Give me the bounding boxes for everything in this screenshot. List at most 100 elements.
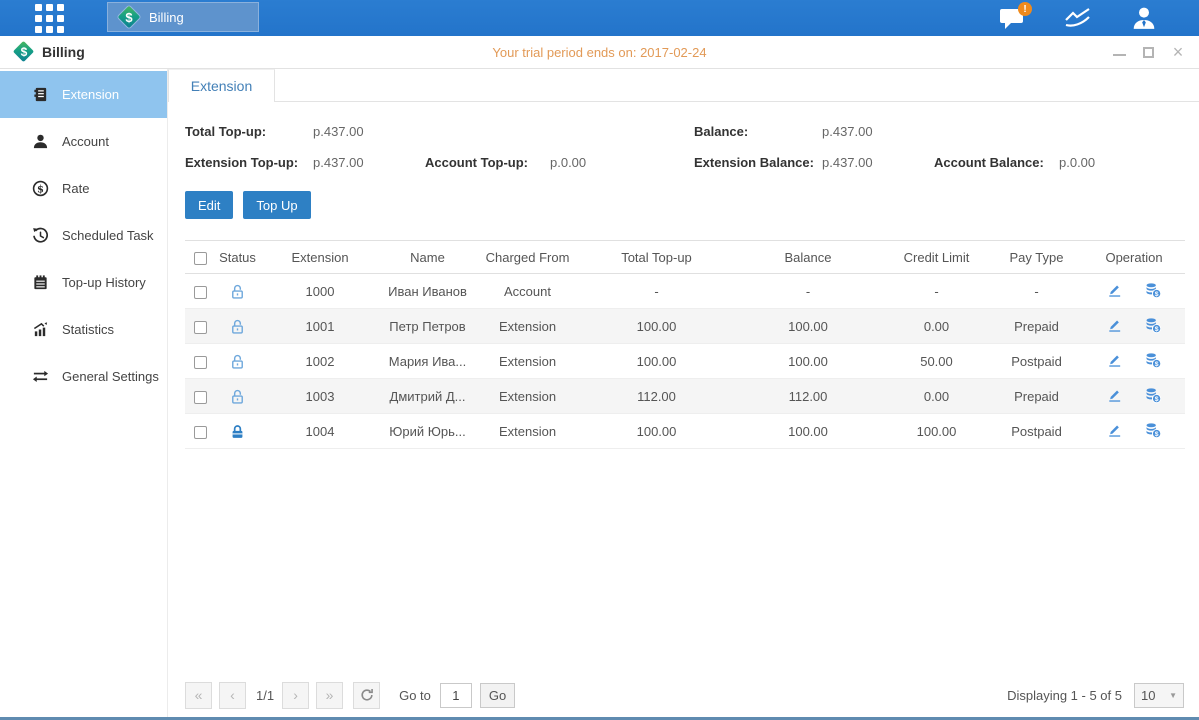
- toolbar: Edit Top Up: [185, 191, 1184, 219]
- cell-name: Мария Ива...: [380, 344, 475, 379]
- total-top-up-value: p.437.00: [313, 124, 425, 139]
- last-page-button[interactable]: »: [316, 682, 343, 709]
- sidebar-item-label: General Settings: [62, 369, 159, 384]
- balance-value: p.437.00: [822, 124, 934, 139]
- pagination-bar: « ‹ 1/1 › » Go to Go Displayin: [185, 681, 1184, 709]
- pencil-icon[interactable]: [1106, 316, 1123, 336]
- sidebar-item-label: Statistics: [62, 322, 114, 337]
- table-row: 1003 Дмитрий Д... Extension 112.00 112.0…: [185, 379, 1185, 414]
- tabstrip: Extension: [168, 69, 1199, 102]
- go-to-page-input[interactable]: [440, 683, 472, 708]
- extension-balance-value: p.437.00: [822, 155, 934, 170]
- balance-label: Balance:: [694, 124, 822, 139]
- row-checkbox[interactable]: [194, 321, 207, 334]
- page-size-select[interactable]: 10 ▼: [1134, 683, 1184, 708]
- extension-top-up-value: p.437.00: [313, 155, 425, 170]
- taskbar-tab-billing[interactable]: $ Billing: [107, 2, 259, 32]
- svg-text:$: $: [1155, 395, 1159, 402]
- close-icon[interactable]: ×: [1171, 45, 1185, 59]
- notepad-icon: [32, 274, 49, 291]
- cell-extension: 1001: [260, 309, 380, 344]
- coins-dollar-icon[interactable]: $: [1144, 421, 1162, 442]
- minimize-icon[interactable]: [1113, 48, 1126, 56]
- sidebar-item-top-up-history[interactable]: Top-up History: [0, 259, 167, 306]
- svg-text:$: $: [1155, 360, 1159, 367]
- sidebar-item-statistics[interactable]: Statistics: [0, 306, 167, 353]
- pencil-icon[interactable]: [1106, 351, 1123, 371]
- cell-total-top-up: -: [580, 274, 733, 309]
- person-icon: [32, 133, 49, 150]
- main-panel: Extension Total Top-up: p.437.00 Balance…: [168, 69, 1199, 717]
- sidebar-item-label: Top-up History: [62, 275, 146, 290]
- sidebar-item-label: Account: [62, 134, 109, 149]
- extension-top-up-label: Extension Top-up:: [185, 155, 313, 170]
- window-title-text: Billing: [42, 44, 85, 60]
- sidebar-item-account[interactable]: Account: [0, 118, 167, 165]
- cell-pay-type: Postpaid: [990, 344, 1083, 379]
- coins-dollar-icon[interactable]: $: [1144, 351, 1162, 372]
- cell-total-top-up: 100.00: [580, 344, 733, 379]
- total-top-up-label: Total Top-up:: [185, 124, 313, 139]
- edit-button[interactable]: Edit: [185, 191, 233, 219]
- table-row: 1000 Иван Иванов Account - - - - $: [185, 274, 1185, 309]
- top-up-button[interactable]: Top Up: [243, 191, 310, 219]
- cell-balance: 112.00: [733, 379, 883, 414]
- coins-dollar-icon[interactable]: $: [1144, 281, 1162, 302]
- cell-name: Юрий Юрь...: [380, 414, 475, 449]
- cell-balance: 100.00: [733, 309, 883, 344]
- app-grid-icon[interactable]: [35, 4, 64, 33]
- user-icon[interactable]: [1129, 5, 1159, 31]
- pencil-icon[interactable]: [1106, 281, 1123, 301]
- pencil-icon[interactable]: [1106, 421, 1123, 441]
- col-pay-type: Pay Type: [990, 241, 1083, 274]
- sidebar-item-general-settings[interactable]: General Settings: [0, 353, 167, 400]
- coins-dollar-icon[interactable]: $: [1144, 316, 1162, 337]
- table-row: 1001 Петр Петров Extension 100.00 100.00…: [185, 309, 1185, 344]
- next-page-button[interactable]: ›: [282, 682, 309, 709]
- billing-dollar-diamond-icon: $: [118, 6, 140, 28]
- cell-credit-limit: 0.00: [883, 309, 990, 344]
- svg-text:$: $: [1155, 290, 1159, 297]
- go-to-label: Go to: [399, 688, 431, 703]
- cell-charged-from: Extension: [475, 379, 580, 414]
- page-size-value: 10: [1141, 688, 1155, 703]
- window-titlebar: $ Billing Your trial period ends on: 201…: [0, 36, 1199, 69]
- cell-credit-limit: 50.00: [883, 344, 990, 379]
- maximize-icon[interactable]: [1143, 47, 1154, 58]
- table-row: 1002 Мария Ива... Extension 100.00 100.0…: [185, 344, 1185, 379]
- sidebar-item-extension[interactable]: Extension: [0, 71, 167, 118]
- cell-balance: 100.00: [733, 414, 883, 449]
- first-page-button[interactable]: «: [185, 682, 212, 709]
- taskbar-tab-label: Billing: [149, 10, 184, 25]
- sidebar: Extension Account $ Rate: [0, 69, 168, 717]
- sidebar-item-scheduled-task[interactable]: Scheduled Task: [0, 212, 167, 259]
- select-all-checkbox[interactable]: [194, 252, 207, 265]
- cell-name: Дмитрий Д...: [380, 379, 475, 414]
- row-checkbox[interactable]: [194, 426, 207, 439]
- pencil-icon[interactable]: [1106, 386, 1123, 406]
- trial-notice: Your trial period ends on: 2017-02-24: [0, 45, 1199, 60]
- cell-name: Иван Иванов: [380, 274, 475, 309]
- cell-extension: 1002: [260, 344, 380, 379]
- row-checkbox[interactable]: [194, 391, 207, 404]
- cell-credit-limit: 100.00: [883, 414, 990, 449]
- coins-dollar-icon[interactable]: $: [1144, 386, 1162, 407]
- row-checkbox[interactable]: [194, 286, 207, 299]
- page-indicator: 1/1: [256, 688, 274, 703]
- status-lock-icon: [215, 309, 260, 344]
- go-button[interactable]: Go: [480, 683, 515, 708]
- dollar-circle-icon: $: [32, 180, 49, 197]
- cell-charged-from: Account: [475, 274, 580, 309]
- sidebar-item-rate[interactable]: $ Rate: [0, 165, 167, 212]
- row-checkbox[interactable]: [194, 356, 207, 369]
- refresh-icon[interactable]: [353, 682, 380, 709]
- tab-extension[interactable]: Extension: [168, 69, 275, 102]
- cell-credit-limit: 0.00: [883, 379, 990, 414]
- col-name: Name: [380, 241, 475, 274]
- line-chart-icon[interactable]: [1063, 5, 1093, 31]
- prev-page-button[interactable]: ‹: [219, 682, 246, 709]
- cell-total-top-up: 112.00: [580, 379, 733, 414]
- cell-name: Петр Петров: [380, 309, 475, 344]
- chat-bubble-icon[interactable]: !: [997, 5, 1027, 31]
- extension-table: Status Extension Name Charged From Total…: [185, 240, 1185, 449]
